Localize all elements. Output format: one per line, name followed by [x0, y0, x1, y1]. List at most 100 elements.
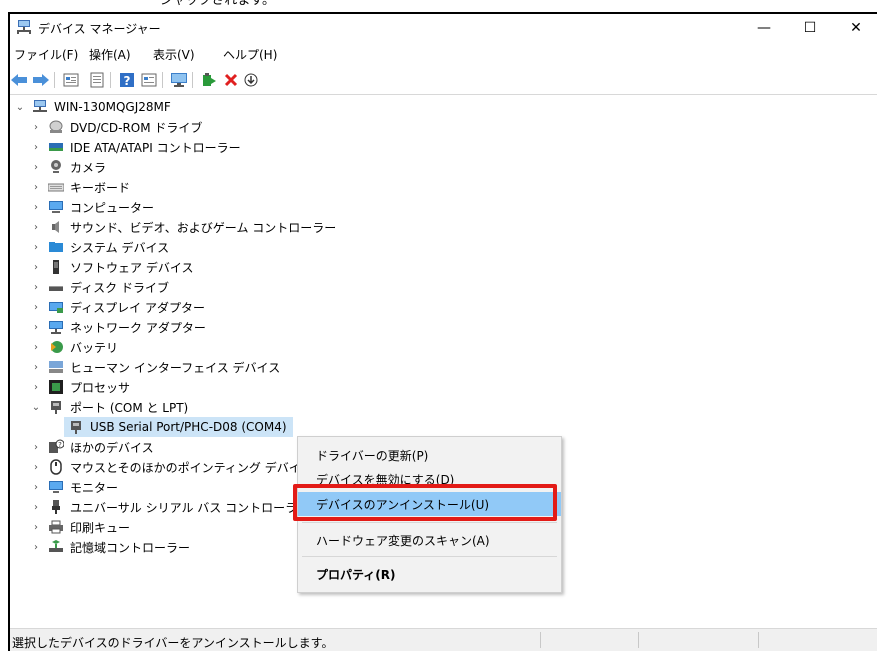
menu-file[interactable]: ファイル(F)	[14, 46, 78, 63]
port-icon	[48, 399, 64, 415]
chevron-right-icon[interactable]: ›	[30, 517, 42, 537]
chevron-right-icon[interactable]: ›	[30, 137, 42, 157]
menu-view[interactable]: 表示(V)	[153, 46, 195, 63]
disk-drive-icon	[48, 279, 64, 295]
tree-item-ports[interactable]: ⌄ ポート (COM と LPT)	[30, 397, 188, 417]
print-queue-icon	[48, 519, 64, 535]
monitor-scan-icon[interactable]	[170, 71, 188, 89]
tree-item-software[interactable]: › ソフトウェア デバイス	[30, 257, 193, 277]
menu-action[interactable]: 操作(A)	[89, 46, 131, 63]
chevron-right-icon[interactable]: ›	[30, 337, 42, 357]
tree-item-processor[interactable]: › プロセッサ	[30, 377, 130, 397]
tree-item-camera[interactable]: › カメラ	[30, 157, 106, 177]
update-view-icon[interactable]	[140, 71, 158, 89]
tree-item-disk[interactable]: › ディスク ドライブ	[30, 277, 169, 297]
tree-item-network[interactable]: › ネットワーク アダプター	[30, 317, 206, 337]
tree-item-storage[interactable]: › 記憶域コントローラー	[30, 537, 190, 557]
tree-item-ide[interactable]: › IDE ATA/ATAPI コントローラー	[30, 137, 241, 157]
tree-item-computer[interactable]: › コンピューター	[30, 197, 154, 217]
chevron-right-icon[interactable]: ›	[30, 117, 42, 137]
software-device-icon	[48, 259, 64, 275]
chevron-right-icon[interactable]: ›	[30, 317, 42, 337]
properties-icon[interactable]	[62, 71, 80, 89]
chevron-down-icon[interactable]: ⌄	[30, 397, 42, 417]
tree-item-battery[interactable]: › バッテリ	[30, 337, 118, 357]
maximize-button[interactable]: ☐	[787, 14, 833, 42]
back-icon[interactable]	[10, 71, 28, 89]
chevron-right-icon[interactable]: ›	[30, 297, 42, 317]
chevron-right-icon[interactable]: ›	[30, 157, 42, 177]
chevron-right-icon[interactable]: ›	[30, 237, 42, 257]
tree-item-dvd[interactable]: › DVD/CD-ROM ドライブ	[30, 117, 202, 137]
download-icon[interactable]	[242, 71, 260, 89]
chevron-right-icon[interactable]: ›	[30, 177, 42, 197]
close-button[interactable]: ✕	[833, 14, 877, 42]
window-title: デバイス マネージャー	[38, 22, 161, 36]
menu-separator	[302, 522, 557, 523]
tree-item-usb-serial-port[interactable]: USB Serial Port/PHC-D08 (COM4)	[64, 417, 293, 437]
chevron-right-icon[interactable]: ›	[30, 217, 42, 237]
menu-item-scan-hardware[interactable]: ハードウェア変更のスキャン(A)	[298, 528, 561, 552]
chevron-right-icon[interactable]: ›	[30, 437, 42, 457]
toolbar-separator	[54, 72, 55, 88]
menu-help[interactable]: ヘルプ(H)	[223, 46, 277, 63]
chevron-right-icon[interactable]: ›	[30, 277, 42, 297]
chevron-down-icon[interactable]: ⌄	[14, 97, 26, 117]
usb-icon	[48, 499, 64, 515]
storage-controller-icon	[48, 539, 64, 555]
toolbar-separator	[192, 72, 193, 88]
processor-icon	[48, 379, 64, 395]
menu-separator	[302, 556, 557, 557]
toolbar-separator	[162, 72, 163, 88]
top-caption: ジャックされます。	[160, 0, 276, 8]
svg-text:?: ?	[124, 74, 131, 88]
dvd-drive-icon	[48, 119, 64, 135]
chevron-right-icon[interactable]: ›	[30, 357, 42, 377]
menu-item-properties[interactable]: プロパティ(R)	[298, 562, 561, 586]
chevron-right-icon[interactable]: ›	[30, 477, 42, 497]
tree-root[interactable]: ⌄ WIN-130MQGJ28MF	[14, 97, 171, 117]
chevron-right-icon[interactable]: ›	[30, 537, 42, 557]
status-separator	[638, 632, 639, 648]
chevron-right-icon[interactable]: ›	[30, 197, 42, 217]
menu-item-update-driver[interactable]: ドライバーの更新(P)	[298, 443, 561, 467]
hid-icon	[48, 359, 64, 375]
device-manager-icon	[16, 19, 32, 35]
chevron-right-icon[interactable]: ›	[30, 377, 42, 397]
system-devices-icon	[48, 239, 64, 255]
minimize-button[interactable]: —	[741, 14, 787, 42]
help-icon[interactable]: ?	[118, 71, 136, 89]
highlight-callout-box	[293, 484, 557, 521]
camera-icon	[48, 159, 64, 175]
chevron-right-icon[interactable]: ›	[30, 257, 42, 277]
serial-port-icon	[68, 419, 84, 435]
view-icon[interactable]	[88, 71, 106, 89]
tree-item-monitor[interactable]: › モニター	[30, 477, 118, 497]
mouse-icon	[48, 459, 64, 475]
tree-root-label: WIN-130MQGJ28MF	[54, 100, 171, 114]
tree-item-display[interactable]: › ディスプレイ アダプター	[30, 297, 205, 317]
tree-item-mouse[interactable]: › マウスとそのほかのポインティング デバイス	[30, 457, 312, 477]
tree-item-print-queue[interactable]: › 印刷キュー	[30, 517, 130, 537]
forward-icon[interactable]	[32, 71, 50, 89]
computer-icon	[48, 199, 64, 215]
uninstall-icon[interactable]	[222, 71, 240, 89]
toolbar-separator	[110, 72, 111, 88]
other-devices-icon: ?	[48, 439, 65, 455]
computer-root-icon	[32, 99, 48, 115]
tree-item-system[interactable]: › システム デバイス	[30, 237, 169, 257]
tree-item-other-devices[interactable]: › ? ほかのデバイス	[30, 437, 154, 457]
chevron-right-icon[interactable]: ›	[30, 497, 42, 517]
status-bar: 選択したデバイスのドライバーをアンインストールします。	[10, 628, 877, 651]
update-driver-icon[interactable]	[200, 71, 218, 89]
status-separator	[758, 632, 759, 648]
tree-item-sound[interactable]: › サウンド、ビデオ、およびゲーム コントローラー	[30, 217, 336, 237]
status-separator	[540, 632, 541, 648]
speaker-icon	[48, 219, 64, 235]
tree-item-hid[interactable]: › ヒューマン インターフェイス デバイス	[30, 357, 280, 377]
toolbar: ?	[10, 68, 877, 92]
network-adapter-icon	[48, 319, 64, 335]
tree-item-usb-controllers[interactable]: › ユニバーサル シリアル バス コントローラー	[30, 497, 309, 517]
chevron-right-icon[interactable]: ›	[30, 457, 42, 477]
tree-item-keyboard[interactable]: › キーボード	[30, 177, 130, 197]
